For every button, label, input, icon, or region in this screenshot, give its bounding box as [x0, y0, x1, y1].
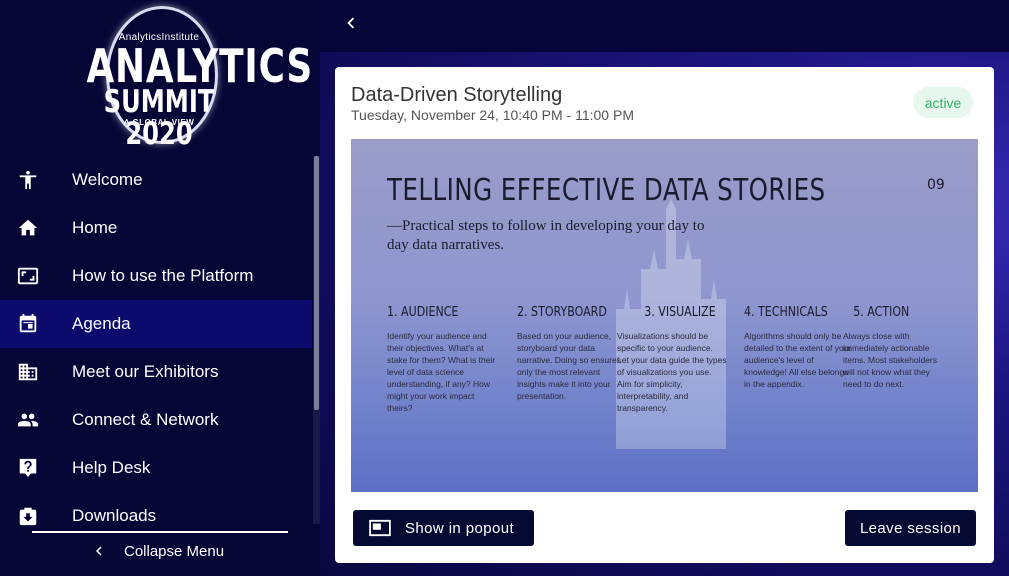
step-body: Always close with immediately actionable…: [843, 331, 938, 389]
slide-step: 3. VISUALIZE Visualizations should be sp…: [617, 305, 727, 414]
step-body: Based on your audience, storyboard your …: [517, 331, 621, 401]
step-body: Algorithms should only be detailed to th…: [744, 331, 852, 389]
step-body: Visualizations should be specific to you…: [617, 331, 727, 413]
slide-number: 09: [927, 177, 945, 193]
step-heading: 4. TECHNICALS: [744, 305, 828, 320]
aspect-ratio-icon: [0, 265, 72, 287]
sidebar-scrollbar[interactable]: [313, 156, 320, 524]
presentation-slide: TELLING EFFECTIVE DATA STORIES 09 —Pract…: [351, 139, 978, 492]
scrollbar-thumb[interactable]: [314, 156, 319, 410]
download-box-icon: [0, 505, 72, 527]
sidebar-item-label: Welcome: [72, 170, 143, 189]
session-card: Data-Driven Storytelling Tuesday, Novemb…: [335, 67, 994, 563]
sidebar-item-welcome[interactable]: Welcome: [0, 156, 312, 204]
popout-window-icon: [369, 519, 391, 537]
slide-step: 1. AUDIENCE Identify your audience and t…: [387, 305, 497, 414]
step-body: Identify your audience and their objecti…: [387, 331, 496, 413]
calendar-icon: [0, 313, 72, 335]
sidebar-item-label: How to use the Platform: [72, 266, 254, 285]
building-icon: [0, 361, 72, 383]
sidebar-item-connect[interactable]: Connect & Network: [0, 396, 312, 444]
step-heading: 1. AUDIENCE: [387, 305, 459, 320]
slide-step: 4. TECHNICALS Algorithms should only be …: [744, 305, 854, 390]
slide-step: 2. STORYBOARD Based on your audience, st…: [517, 305, 627, 402]
status-badge: active: [913, 87, 973, 118]
sidebar: AnalyticsInstitute ANALYTICS SUMMIT 2020…: [0, 0, 320, 576]
popout-button-label: Show in popout: [405, 519, 515, 537]
step-heading: 2. STORYBOARD: [517, 305, 607, 320]
collapse-menu-button[interactable]: Collapse Menu: [90, 542, 224, 560]
logo-tagline: A GLOBAL VIEW: [123, 118, 195, 127]
slide-title: TELLING EFFECTIVE DATA STORIES: [387, 173, 826, 208]
sidebar-item-agenda[interactable]: Agenda: [0, 300, 312, 348]
sidebar-item-how-to-use[interactable]: How to use the Platform: [0, 252, 312, 300]
chevron-left-icon: [347, 17, 355, 29]
step-heading: 3. VISUALIZE: [644, 305, 716, 320]
sidebar-item-exhibitors[interactable]: Meet our Exhibitors: [0, 348, 312, 396]
slide-subtitle: —Practical steps to follow in developing…: [387, 218, 705, 253]
sidebar-item-label: Meet our Exhibitors: [72, 362, 219, 381]
leave-button-label: Leave session: [859, 519, 962, 537]
sidebar-item-label: Downloads: [72, 506, 157, 525]
home-icon: [0, 217, 72, 239]
show-in-popout-button[interactable]: Show in popout: [353, 510, 534, 546]
sidebar-item-home[interactable]: Home: [0, 204, 312, 252]
sidebar-nav: Welcome Home How to use the Platform Age…: [0, 156, 312, 540]
people-icon: [0, 409, 72, 431]
sidebar-item-label: Help Desk: [72, 458, 151, 477]
leave-session-button[interactable]: Leave session: [845, 510, 976, 546]
help-icon: [0, 457, 72, 479]
sidebar-item-label: Connect & Network: [72, 410, 219, 429]
session-datetime: Tuesday, November 24, 10:40 PM - 11:00 P…: [351, 107, 634, 123]
sidebar-item-help-desk[interactable]: Help Desk: [0, 444, 312, 492]
accessibility-icon: [0, 169, 72, 191]
logo-line-1: ANALYTICS: [86, 39, 313, 93]
top-bar: [320, 0, 1009, 52]
collapse-divider: [32, 531, 288, 533]
slide-step: 5. ACTION Always close with immediately …: [843, 305, 945, 390]
session-title: Data-Driven Storytelling: [351, 84, 563, 106]
sidebar-item-label: Agenda: [72, 314, 131, 333]
summit-logo: AnalyticsInstitute ANALYTICS SUMMIT 2020…: [66, 4, 313, 150]
sidebar-item-label: Home: [72, 218, 118, 237]
collapse-menu-label: Collapse Menu: [124, 542, 225, 560]
back-button[interactable]: [340, 12, 362, 36]
chevron-left-icon: [96, 546, 102, 556]
step-heading: 5. ACTION: [853, 305, 910, 320]
